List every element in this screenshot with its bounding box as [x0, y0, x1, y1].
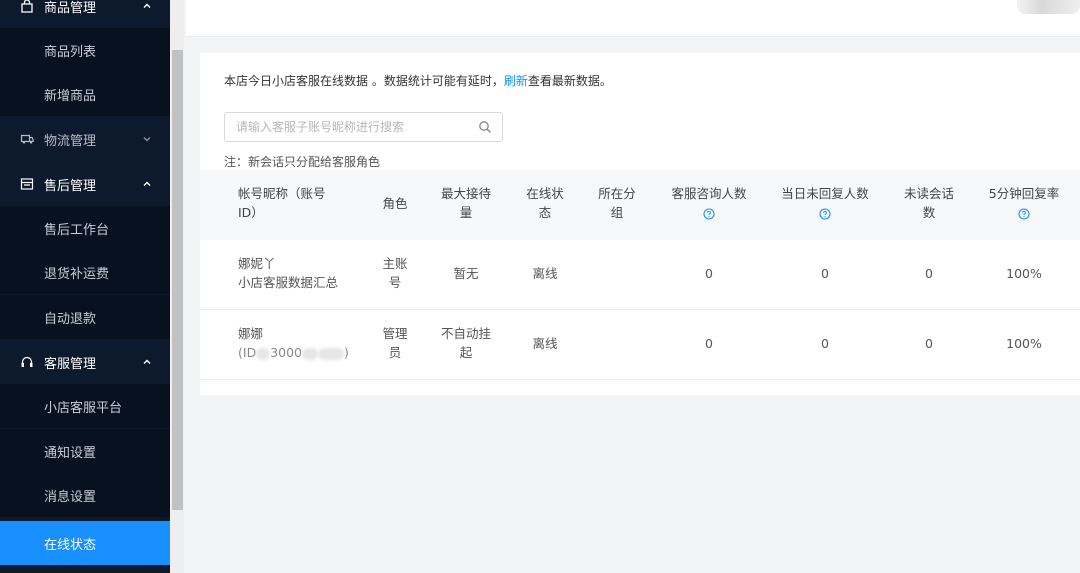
- sidebar-group-label: 客服管理: [44, 356, 97, 372]
- headset-icon: [21, 356, 33, 367]
- top-bar: [186, 0, 1080, 37]
- header-online-status: 在线状 态: [526, 186, 564, 220]
- chevron-down-icon: [143, 137, 151, 142]
- unreplied-cell: 0: [821, 336, 829, 351]
- account-cell: 娜妮丫 小店客服数据汇总: [238, 256, 339, 290]
- unreplied-cell: 0: [821, 266, 829, 281]
- sidebar-group-label: 售后管理: [44, 178, 97, 194]
- table-header: 帐号昵称（账号 ID） 角色 最大接待 量 在线状 态 所在分 组 客服咨询人数…: [200, 170, 1080, 240]
- consult-cell: 0: [705, 266, 713, 281]
- sidebar-item-cs-platform[interactable]: 小店客服平台: [0, 384, 170, 428]
- sidebar-group-logistics[interactable]: 物流管理: [0, 117, 170, 161]
- header-reply-rate: 5分钟回复率: [976, 184, 1072, 222]
- consult-cell: 0: [705, 336, 713, 351]
- scrollbar-thumb[interactable]: [172, 50, 183, 510]
- refresh-link[interactable]: 刷新: [504, 74, 528, 88]
- max-reception-cell: 不自动挂 起: [440, 326, 491, 360]
- sidebar-item-auto-refund[interactable]: 自动退款: [0, 295, 170, 339]
- help-circle-icon[interactable]: [1018, 207, 1030, 220]
- sidebar: 商品管理 商品列表 新增商品 物流管理 售后管理 售后工作台 退货补运费 自动退…: [0, 0, 170, 573]
- table-row: 娜娜 (ID 3000) 管理 员 不自动挂 起 离线 0 0 0 100%: [200, 310, 1080, 380]
- header-unread-sessions: 未读会话 数: [903, 186, 954, 220]
- help-circle-icon[interactable]: [703, 207, 715, 220]
- notice-text: 本店今日小店客服在线数据 。数据统计可能有延时，刷新查看最新数据。: [224, 74, 612, 88]
- sidebar-item-notification-settings[interactable]: 通知设置: [0, 429, 170, 473]
- sidebar-group-product[interactable]: 商品管理: [0, 0, 170, 28]
- header-account: 帐号昵称（账号 ID）: [238, 186, 326, 220]
- shopping-bag-icon: [21, 0, 33, 13]
- role-cell: 管理 员: [382, 326, 408, 360]
- sidebar-item-product-list[interactable]: 商品列表: [0, 28, 170, 72]
- unread-cell: 0: [925, 266, 933, 281]
- truck-icon: [20, 134, 34, 144]
- sidebar-item-after-sales-workbench[interactable]: 售后工作台: [0, 206, 170, 250]
- search-box[interactable]: [224, 112, 503, 142]
- sidebar-group-customer-service[interactable]: 客服管理: [0, 340, 170, 384]
- role-cell: 主账 号: [382, 256, 408, 290]
- avatar[interactable]: [1017, 0, 1080, 14]
- search-input[interactable]: [236, 119, 456, 135]
- chevron-up-icon: [143, 359, 151, 364]
- after-sales-icon: [20, 178, 34, 190]
- table-row: 娜妮丫 小店客服数据汇总 主账 号 暂无 离线 0 0 0 100%: [200, 240, 1080, 310]
- reply-rate-cell: 100%: [1006, 266, 1042, 281]
- header-group: 所在分 组: [598, 186, 636, 220]
- help-circle-icon[interactable]: [819, 207, 831, 220]
- assignment-note: 注：新会话只分配给客服角色: [224, 155, 381, 169]
- sidebar-group-label: 物流管理: [44, 133, 97, 149]
- sidebar-item-message-settings[interactable]: 消息设置: [0, 473, 170, 517]
- header-max-reception: 最大接待 量: [440, 186, 491, 220]
- status-cell: 离线: [532, 266, 558, 281]
- account-cell: 娜娜 (ID 3000): [238, 326, 349, 360]
- header-role: 角色: [382, 196, 408, 211]
- search-icon[interactable]: [478, 120, 492, 134]
- chevron-up-icon: [143, 181, 151, 186]
- online-status-panel: 本店今日小店客服在线数据 。数据统计可能有延时，刷新查看最新数据。 注：新会话只…: [200, 53, 1080, 395]
- sidebar-item-online-status[interactable]: 在线状态: [0, 521, 170, 565]
- sidebar-group-after-sales[interactable]: 售后管理: [0, 162, 170, 206]
- header-unreplied-count: 当日未回复人数: [765, 184, 885, 222]
- max-reception-cell: 暂无: [453, 266, 479, 281]
- chevron-up-icon: [143, 3, 151, 8]
- sidebar-item-add-product[interactable]: 新增商品: [0, 72, 170, 116]
- unread-cell: 0: [925, 336, 933, 351]
- header-consult-count: 客服咨询人数: [659, 184, 759, 222]
- sidebar-item-return-shipping[interactable]: 退货补运费: [0, 250, 170, 294]
- sidebar-group-label: 商品管理: [44, 0, 97, 16]
- status-cell: 离线: [532, 336, 558, 351]
- reply-rate-cell: 100%: [1006, 336, 1042, 351]
